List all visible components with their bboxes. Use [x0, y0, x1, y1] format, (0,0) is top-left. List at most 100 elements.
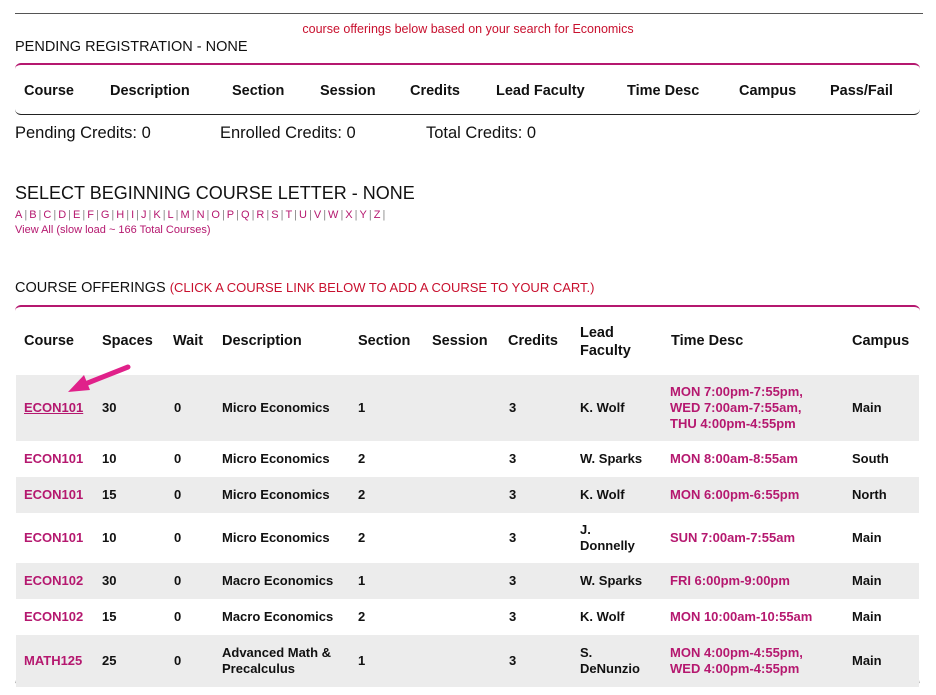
table-row: ECON101 10 0 Micro Economics 2 3 J. Donnelly SU…	[16, 513, 919, 563]
letter-link-h[interactable]: H	[116, 209, 124, 221]
cell-faculty: J. Donnelly	[580, 522, 635, 553]
letter-separator: |	[68, 209, 72, 221]
letter-link-f[interactable]: F	[87, 209, 94, 221]
course-link[interactable]: MATH125	[24, 653, 82, 669]
pending-credits: Pending Credits: 0	[15, 124, 151, 142]
course-link[interactable]: ECON101	[24, 487, 83, 503]
cell-time: FRI 6:00pm-9:00pm	[670, 573, 790, 588]
col-spaces: Spaces	[102, 333, 153, 349]
cell-time: MON 4:00pm-4:55pm, WED 4:00pm-4:55pm	[670, 645, 803, 676]
cell-campus: Main	[852, 653, 882, 668]
cell-wait: 0	[174, 653, 182, 668]
cell-wait: 0	[174, 400, 182, 415]
course-link[interactable]: ECON102	[24, 609, 83, 625]
cell-faculty: S. DeNunzio	[580, 645, 640, 676]
cell-section: 2	[358, 609, 366, 624]
letter-separator: |	[382, 209, 386, 221]
col-section: Section	[358, 333, 411, 349]
course-link[interactable]: ECON101	[24, 530, 83, 546]
col-credits: Credits	[508, 333, 558, 349]
letter-link-b[interactable]: B	[29, 209, 36, 221]
cell-description: Micro Economics	[222, 530, 330, 545]
course-offerings-label: COURSE OFFERINGS	[15, 280, 166, 296]
cell-wait: 0	[174, 487, 182, 502]
cell-section: 2	[358, 487, 366, 502]
cell-faculty: K. Wolf	[580, 609, 625, 624]
cell-faculty: K. Wolf	[580, 487, 625, 502]
cell-campus: North	[852, 487, 887, 502]
letter-link-m[interactable]: M	[181, 209, 190, 221]
enrolled-credits: Enrolled Credits: 0	[220, 124, 356, 142]
course-link[interactable]: ECON101	[24, 400, 83, 416]
cell-description: Micro Economics	[222, 400, 330, 415]
cell-spaces: 15	[102, 487, 117, 502]
cell-section: 1	[358, 653, 366, 668]
pending-col-course: Course	[24, 83, 74, 99]
cell-campus: Main	[852, 573, 882, 588]
letter-link-s[interactable]: S	[271, 209, 278, 221]
course-offerings-title: COURSE OFFERINGS (CLICK A COURSE LINK BE…	[15, 280, 594, 296]
cell-description: Macro Economics	[222, 609, 334, 624]
pending-col-pass-fail: Pass/Fail	[830, 83, 893, 99]
cell-description: Advanced Math & Precalculus	[222, 645, 332, 676]
course-offerings-table: Course Spaces Wait Description Section S…	[15, 305, 920, 687]
cell-credits: 3	[509, 400, 517, 415]
letter-link-q[interactable]: Q	[241, 209, 250, 221]
letter-separator: |	[368, 209, 372, 221]
table-row: ECON101 30 0 Micro Economics 1 3 K. Wolf MON 7:…	[16, 375, 919, 441]
letter-select-title: SELECT BEGINNING COURSE LETTER - NONE	[15, 183, 415, 203]
col-time-desc: Time Desc	[671, 333, 744, 349]
cell-description: Micro Economics	[222, 487, 330, 502]
course-link[interactable]: ECON102	[24, 573, 83, 589]
cell-description: Macro Economics	[222, 573, 334, 588]
table-row: ECON101 15 0 Micro Economics 2 3 K. Wolf MON 6:…	[16, 477, 919, 513]
col-session: Session	[432, 333, 488, 349]
cell-spaces: 10	[102, 451, 117, 466]
cell-spaces: 30	[102, 400, 117, 415]
letter-link-x[interactable]: X	[345, 209, 352, 221]
view-all-link[interactable]: View All (slow load ~ 166 Total Courses)	[15, 224, 211, 236]
letter-link-n[interactable]: N	[197, 209, 205, 221]
cell-spaces: 10	[102, 530, 117, 545]
pending-col-lead-faculty: Lead Faculty	[496, 83, 585, 99]
letter-link-u[interactable]: U	[299, 209, 307, 221]
letter-separator: |	[221, 209, 225, 221]
letter-separator: |	[308, 209, 312, 221]
letter-separator: |	[236, 209, 239, 221]
cell-spaces: 30	[102, 573, 117, 588]
cell-credits: 3	[509, 451, 517, 466]
cell-campus: Main	[852, 530, 882, 545]
letter-link-y[interactable]: Y	[360, 209, 367, 221]
letter-link-o[interactable]: O	[211, 209, 220, 221]
pending-col-description: Description	[110, 83, 190, 99]
cell-time: MON 6:00pm-6:55pm	[670, 487, 800, 502]
cell-credits: 3	[509, 530, 517, 545]
cell-section: 2	[358, 530, 366, 545]
letter-separator: |	[191, 209, 195, 221]
letter-separator: |	[95, 209, 99, 221]
cell-time: MON 10:00am-10:55am	[670, 609, 813, 624]
cell-wait: 0	[174, 451, 182, 466]
cell-section: 1	[358, 400, 366, 415]
letter-link-d[interactable]: D	[58, 209, 66, 221]
cell-time: MON 8:00am-8:55am	[670, 451, 798, 466]
letter-link-k[interactable]: K	[153, 209, 160, 221]
course-offerings-hint: (CLICK A COURSE LINK BELOW TO ADD A COUR…	[169, 280, 595, 295]
pending-col-session: Session	[320, 83, 376, 99]
letter-separator: |	[136, 209, 139, 221]
cell-campus: Main	[852, 400, 882, 415]
cell-section: 1	[358, 573, 366, 588]
cell-spaces: 25	[102, 653, 117, 668]
cell-spaces: 15	[102, 609, 117, 624]
letter-link-l[interactable]: L	[168, 209, 174, 221]
cell-campus: South	[852, 451, 889, 466]
pending-col-credits: Credits	[410, 83, 460, 99]
cell-credits: 3	[509, 487, 517, 502]
pending-registration-title: PENDING REGISTRATION - NONE	[15, 39, 248, 55]
pointer-arrow-icon	[68, 364, 131, 392]
course-link[interactable]: ECON101	[24, 451, 83, 467]
letter-link-w[interactable]: W	[328, 209, 338, 221]
cell-section: 2	[358, 451, 366, 466]
pending-col-section: Section	[232, 83, 285, 99]
letter-links: A | B | C | D | E | F | G | H | I | J | K | L | M | N | O | P | Q | R | S | T |…	[15, 209, 387, 221]
